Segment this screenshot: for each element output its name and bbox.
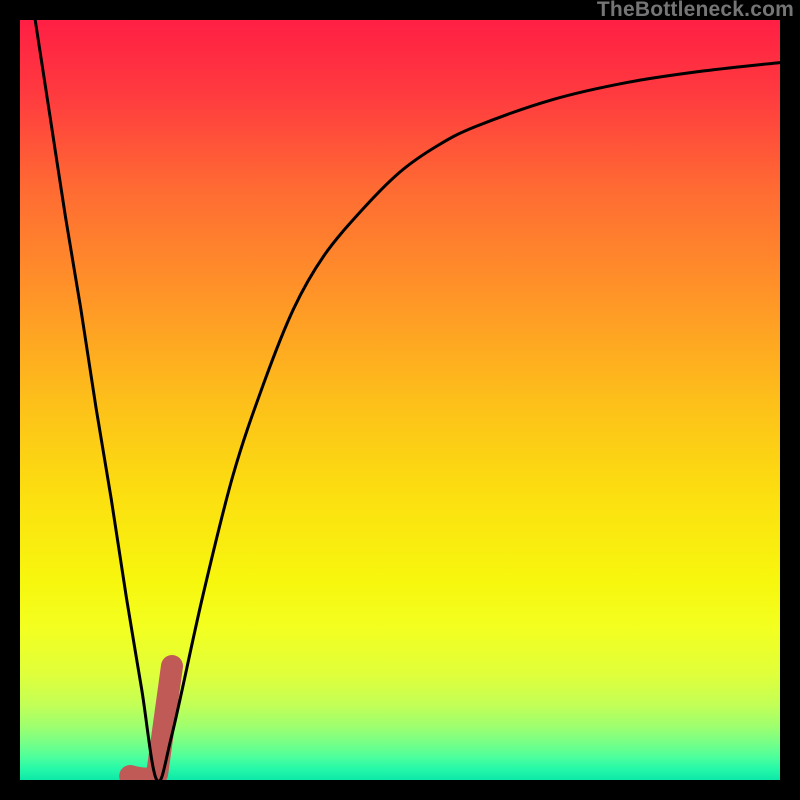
- attribution-watermark: TheBottleneck.com: [597, 0, 794, 20]
- chart-frame: TheBottleneck.com: [0, 0, 800, 800]
- bottleneck-curve: [35, 20, 780, 780]
- chart-svg: [20, 20, 780, 780]
- plot-area: [20, 20, 780, 780]
